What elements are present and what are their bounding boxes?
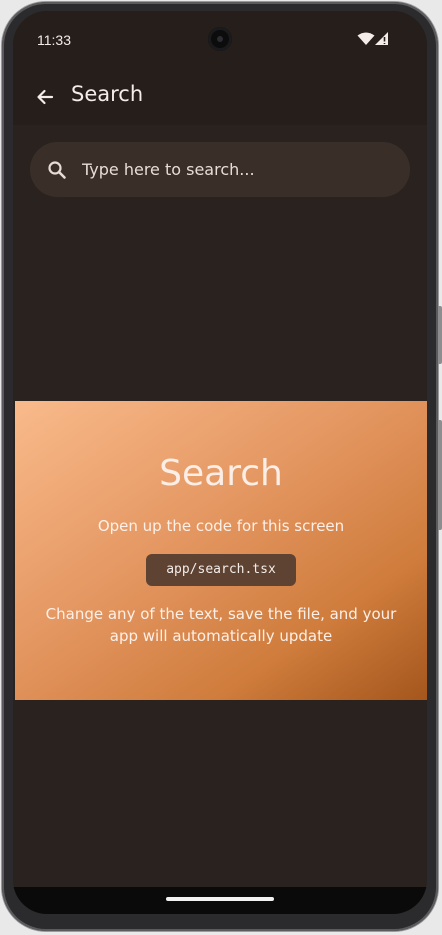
hero-title: Search (159, 453, 283, 494)
cellular-icon (375, 32, 388, 45)
hero-card: Search Open up the code for this screen … (15, 401, 427, 700)
status-icons (357, 31, 391, 47)
back-button[interactable] (29, 81, 61, 113)
search-icon (48, 161, 66, 179)
power-button (438, 420, 442, 530)
app-bar: Search (13, 69, 427, 125)
page-title: Search (71, 82, 144, 106)
code-path-chip: app/search.tsx (146, 554, 296, 586)
volume-button (438, 306, 442, 364)
navigation-bar (13, 887, 427, 914)
status-bar: 11:33 (13, 11, 427, 69)
wifi-icon (357, 32, 375, 45)
home-indicator[interactable] (166, 897, 274, 901)
search-bar[interactable] (30, 142, 410, 197)
status-time: 11:33 (37, 32, 71, 48)
hero-description: Change any of the text, save the file, a… (45, 605, 397, 645)
hero-subtitle: Open up the code for this screen (97, 517, 345, 535)
screen: 11:33 Search Type here to search... Sear… (13, 11, 427, 914)
phone-frame: 11:33 Search Type here to search... Sear… (2, 2, 442, 931)
front-camera (208, 27, 232, 51)
search-input[interactable] (82, 142, 392, 197)
arrow-left-icon (37, 89, 54, 105)
